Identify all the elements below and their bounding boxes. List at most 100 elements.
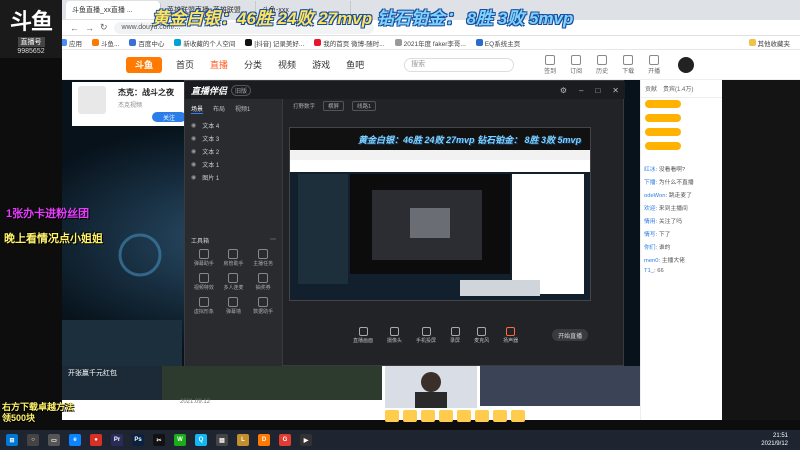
windows-start-icon[interactable]: ⊞ bbox=[6, 434, 18, 446]
forward-icon[interactable]: → bbox=[85, 23, 94, 33]
gift-icon[interactable] bbox=[475, 410, 489, 422]
gift-icon[interactable] bbox=[457, 410, 471, 422]
phone-cast-button[interactable]: 手机投屏 bbox=[416, 326, 436, 344]
close-icon[interactable]: ✕ bbox=[612, 86, 619, 95]
tool-danmaku-wall[interactable]: 弹幕墙 bbox=[219, 297, 249, 315]
bookmark-item[interactable]: 我的首页 微博-随时... bbox=[314, 38, 385, 48]
record-icon bbox=[450, 326, 460, 336]
site-logo[interactable]: 斗鱼 bbox=[126, 56, 162, 73]
tab-video1[interactable]: 视频1 bbox=[235, 104, 250, 114]
streamer-avatar[interactable] bbox=[78, 86, 106, 114]
start-live-button[interactable]: 开始直播 bbox=[552, 329, 589, 341]
nav-yuba[interactable]: 鱼吧 bbox=[346, 58, 364, 71]
tool-lottery[interactable]: 抽奖券 bbox=[248, 273, 278, 291]
douyu-app-icon[interactable]: D bbox=[258, 434, 270, 446]
assistant-app-name: 直播伴侣 bbox=[191, 85, 228, 96]
bookmark-item[interactable]: 应用 bbox=[60, 38, 82, 48]
follow-button[interactable]: 关注 bbox=[152, 112, 186, 122]
bookmark-item[interactable]: [抖音] 记录美好... bbox=[245, 38, 304, 48]
more-icon[interactable]: ⋯ bbox=[270, 236, 276, 245]
tool-danmaku[interactable]: 弹幕助手 bbox=[189, 249, 219, 267]
search-icon[interactable]: ○ bbox=[27, 434, 39, 446]
streamer-camera-thumb bbox=[385, 366, 477, 408]
league-icon[interactable]: L bbox=[237, 434, 249, 446]
chrome-icon[interactable]: ● bbox=[90, 434, 102, 446]
wechat-icon[interactable]: W bbox=[174, 434, 186, 446]
gift-icon[interactable] bbox=[493, 410, 507, 422]
orientation-select[interactable]: 横屏 bbox=[323, 101, 345, 111]
live-assistant-icon[interactable]: ▶ bbox=[300, 434, 312, 446]
golive-button[interactable]: 开播 bbox=[648, 54, 660, 75]
speaker-button[interactable]: 扬声器 bbox=[503, 326, 518, 344]
bookmark-other[interactable]: 其他收藏夹 bbox=[748, 38, 790, 48]
subscribe-button[interactable]: 订阅 bbox=[570, 54, 582, 75]
bookmark-item[interactable]: 新收藏的个人空间 bbox=[174, 38, 235, 48]
scene-item[interactable]: ◉ 文本 3 bbox=[185, 132, 282, 145]
rank-badge bbox=[645, 100, 681, 108]
gift-icon[interactable] bbox=[511, 410, 525, 422]
nav-live[interactable]: 直播 bbox=[210, 58, 228, 71]
red-packet-label[interactable]: 开张赢千元红包 bbox=[68, 368, 117, 378]
scene-item[interactable]: ◉ 文本 4 bbox=[185, 119, 282, 132]
gift-icon[interactable] bbox=[403, 410, 417, 422]
scene-item[interactable]: ◉ 图片 1 bbox=[185, 171, 282, 184]
tool-task[interactable]: 主播任务 bbox=[248, 249, 278, 267]
search-input[interactable]: 搜索 bbox=[404, 57, 515, 72]
capcut-icon[interactable]: ✂ bbox=[153, 434, 165, 446]
tab-vip[interactable]: 贵宾(1.4万) bbox=[663, 84, 693, 93]
streamer-card: 杰克：战斗之夜 杰克视频 关注 bbox=[72, 82, 192, 126]
tab-contribution[interactable]: 贡献 bbox=[645, 84, 657, 93]
eye-icon[interactable]: ◉ bbox=[191, 135, 196, 142]
folder-icon[interactable]: ▤ bbox=[216, 434, 228, 446]
gift-icon[interactable] bbox=[439, 410, 453, 422]
photoshop-icon[interactable]: Ps bbox=[132, 434, 144, 446]
tool-data[interactable]: 数据助手 bbox=[248, 297, 278, 315]
preview-canvas[interactable]: 黄金白银：46胜 24败 27mvp 钻石铂金： 8胜 3败 5mvp bbox=[289, 127, 591, 301]
system-tray[interactable]: 21:51 2021/9/12 bbox=[700, 430, 794, 450]
task-view-icon[interactable]: ▭ bbox=[48, 434, 60, 446]
tab-scene[interactable]: 场景 bbox=[191, 104, 204, 114]
scene-item[interactable]: ◉ 文本 2 bbox=[185, 145, 282, 158]
reload-icon[interactable]: ↻ bbox=[100, 22, 108, 33]
tool-avatar[interactable]: 虚拟形象 bbox=[189, 297, 219, 315]
qq-icon[interactable]: Q bbox=[195, 434, 207, 446]
bookmark-item[interactable]: 斗鱼... bbox=[92, 38, 119, 48]
tool-multi-mic[interactable]: 多人连麦 bbox=[219, 273, 249, 291]
back-icon[interactable]: ← bbox=[70, 23, 79, 33]
eye-icon[interactable]: ◉ bbox=[191, 148, 196, 155]
premiere-icon[interactable]: Pr bbox=[111, 434, 123, 446]
assistant-version[interactable]: 旧版 bbox=[231, 84, 252, 96]
gift-icon[interactable] bbox=[421, 410, 435, 422]
nav-video[interactable]: 视频 bbox=[278, 58, 296, 71]
eye-icon[interactable]: ◉ bbox=[191, 122, 196, 129]
maximize-icon[interactable]: □ bbox=[595, 86, 600, 95]
eye-icon[interactable]: ◉ bbox=[191, 161, 196, 168]
user-avatar[interactable] bbox=[678, 56, 695, 73]
browser-tab[interactable]: 斗鱼直播_xx直播 ... bbox=[66, 1, 161, 19]
checkin-button[interactable]: 签到 bbox=[544, 54, 556, 75]
nav-home[interactable]: 首页 bbox=[176, 58, 194, 71]
history-button[interactable]: 历史 bbox=[596, 54, 608, 75]
app-icon[interactable]: G bbox=[279, 434, 291, 446]
microphone-icon bbox=[477, 326, 487, 336]
bookmark-item[interactable]: 2021年度 faker李哥... bbox=[394, 38, 466, 48]
line-select[interactable]: 线路1 bbox=[352, 101, 377, 111]
record-button[interactable]: 录屏 bbox=[450, 326, 460, 344]
gift-icon[interactable] bbox=[385, 410, 399, 422]
minimize-icon[interactable]: – bbox=[579, 86, 583, 95]
mic-button[interactable]: 麦克风 bbox=[474, 326, 489, 344]
tool-effects[interactable]: 视频特效 bbox=[189, 273, 219, 291]
edge-icon[interactable]: e bbox=[69, 434, 81, 446]
camera-button[interactable]: 摄像头 bbox=[387, 326, 402, 344]
live-scene-button[interactable]: 直播画面 bbox=[353, 326, 373, 344]
bookmark-item[interactable]: EQ系统主页 bbox=[475, 38, 520, 48]
eye-icon[interactable]: ◉ bbox=[191, 174, 196, 181]
nav-category[interactable]: 分类 bbox=[244, 58, 262, 71]
gear-icon[interactable]: ⚙ bbox=[560, 86, 567, 95]
tab-layout[interactable]: 布局 bbox=[213, 104, 225, 114]
tool-admin[interactable]: 房管助手 bbox=[219, 249, 249, 267]
download-button[interactable]: 下载 bbox=[622, 54, 634, 75]
nav-game[interactable]: 游戏 bbox=[312, 58, 330, 71]
bookmark-item[interactable]: 百度中心 bbox=[129, 38, 164, 48]
scene-item[interactable]: ◉ 文本 1 bbox=[185, 158, 282, 171]
